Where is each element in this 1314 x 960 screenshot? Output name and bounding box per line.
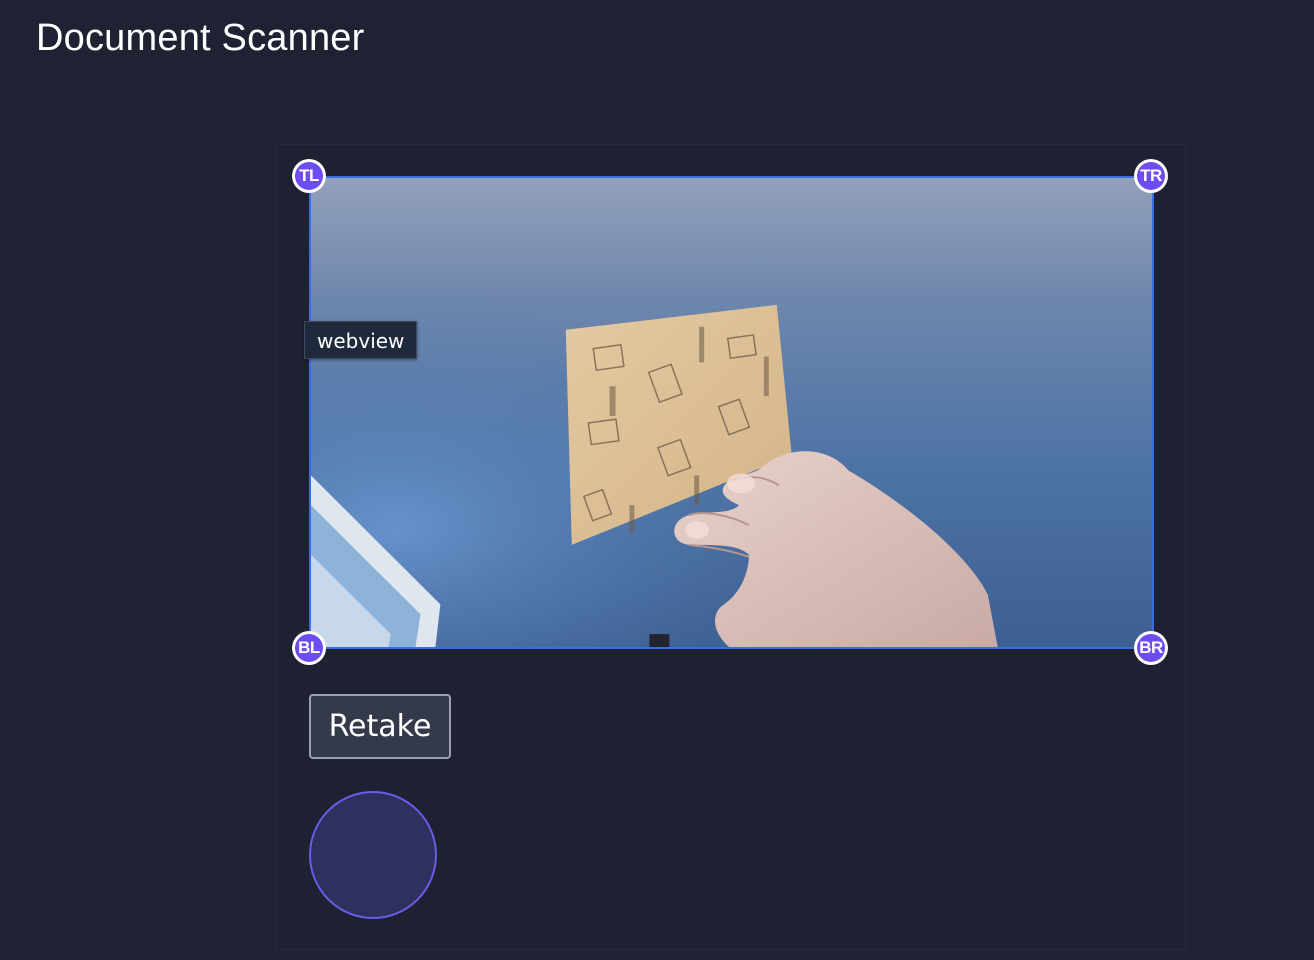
webview-tooltip: webview — [304, 321, 418, 359]
corner-handle-label: TR — [1137, 162, 1165, 190]
corner-handle-bottom-right[interactable]: BR — [1134, 631, 1168, 665]
capture-circle-icon[interactable] — [309, 791, 437, 919]
corner-handle-label: BL — [295, 634, 323, 662]
corner-handle-top-right[interactable]: TR — [1134, 159, 1168, 193]
corner-handle-top-left[interactable]: TL — [292, 159, 326, 193]
retake-button[interactable]: Retake — [309, 694, 451, 759]
corner-handle-label: BR — [1137, 634, 1165, 662]
corner-handle-bottom-left[interactable]: BL — [292, 631, 326, 665]
camera-preview-image — [311, 178, 1152, 647]
camera-preview[interactable] — [309, 176, 1154, 649]
corner-handle-label: TL — [295, 162, 323, 190]
page-title: Document Scanner — [36, 17, 365, 59]
